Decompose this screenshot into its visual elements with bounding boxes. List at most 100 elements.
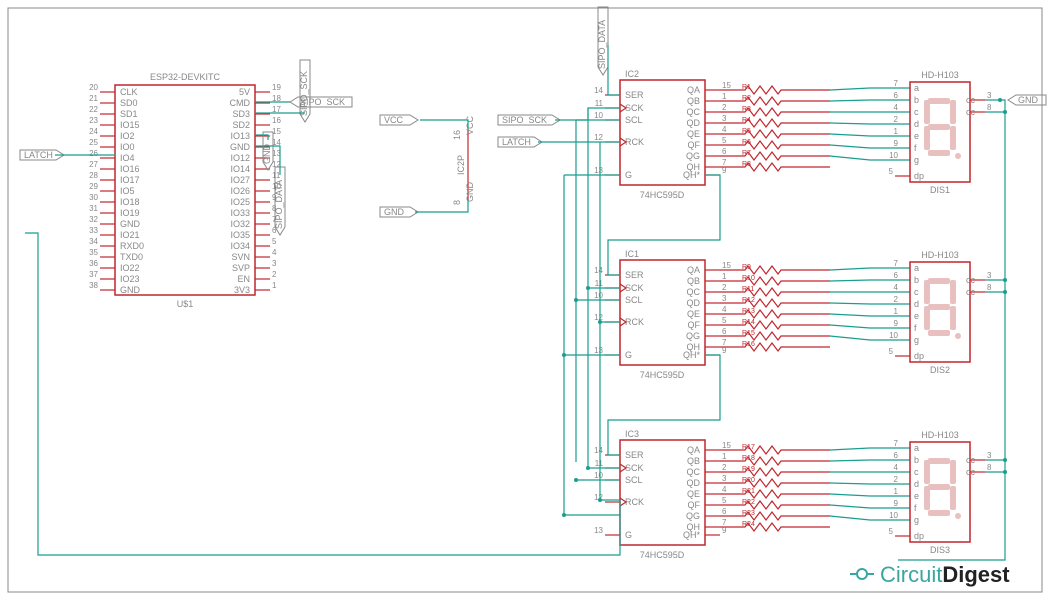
svg-text:GND: GND	[1018, 95, 1039, 105]
svg-text:R9: R9	[742, 264, 751, 271]
mcu-ref: U$1	[177, 299, 194, 309]
net-flag-SIPO_DATA: SIPO_DATA	[597, 7, 608, 75]
svg-text:DIS1: DIS1	[930, 185, 950, 195]
svg-text:8: 8	[987, 103, 992, 112]
svg-text:IO2: IO2	[120, 131, 135, 141]
svg-text:IO19: IO19	[120, 208, 140, 218]
svg-text:74HC595D: 74HC595D	[640, 190, 685, 200]
svg-text:3: 3	[722, 114, 727, 123]
svg-text:25: 25	[89, 138, 98, 147]
svg-text:1: 1	[894, 127, 899, 136]
svg-text:SIPO_DATA: SIPO_DATA	[597, 20, 607, 69]
svg-text:TXD0: TXD0	[120, 252, 143, 262]
svg-text:11: 11	[595, 459, 604, 468]
svg-text:QE: QE	[687, 129, 700, 139]
svg-text:36: 36	[89, 259, 98, 268]
ic2p-label: IC2P	[456, 155, 466, 175]
svg-text:6: 6	[894, 91, 899, 100]
svg-text:QA: QA	[687, 85, 700, 95]
svg-text:5: 5	[889, 527, 894, 536]
svg-text:G: G	[625, 170, 632, 180]
svg-text:QH*: QH*	[683, 530, 701, 540]
svg-text:GND: GND	[120, 285, 141, 295]
svg-text:QB: QB	[687, 456, 700, 466]
svg-text:R2: R2	[742, 95, 751, 102]
ic2p-power: IC2P VCC 16 GND 8	[452, 115, 475, 205]
svg-text:R5: R5	[742, 128, 751, 135]
svg-text:38: 38	[89, 281, 98, 290]
svg-text:11: 11	[595, 279, 604, 288]
svg-text:7: 7	[894, 79, 899, 88]
svg-text:IC2: IC2	[625, 69, 639, 79]
svg-text:10: 10	[889, 331, 898, 340]
svg-text:SIPO_SCK: SIPO_SCK	[502, 115, 547, 125]
svg-text:16: 16	[272, 116, 281, 125]
svg-text:QG: QG	[686, 151, 700, 161]
svg-text:SD3: SD3	[232, 109, 250, 119]
svg-text:d: d	[914, 119, 919, 129]
net-flag-VCC: VCC	[380, 115, 418, 125]
svg-text:LATCH: LATCH	[502, 137, 531, 147]
svg-text:c: c	[914, 467, 919, 477]
svg-text:14: 14	[594, 86, 603, 95]
svg-text:R21: R21	[742, 488, 755, 495]
svg-text:1: 1	[894, 307, 899, 316]
svg-text:IO27: IO27	[230, 175, 250, 185]
svg-text:3: 3	[987, 451, 992, 460]
svg-text:c: c	[914, 287, 919, 297]
svg-text:DIS2: DIS2	[930, 365, 950, 375]
svg-text:7: 7	[894, 439, 899, 448]
svg-text:R18: R18	[742, 455, 755, 462]
svg-text:R1: R1	[742, 84, 751, 91]
svg-text:g: g	[914, 155, 919, 165]
svg-text:28: 28	[89, 171, 98, 180]
svg-text:QH*: QH*	[683, 350, 701, 360]
svg-text:SVN: SVN	[231, 252, 250, 262]
svg-text:10: 10	[889, 511, 898, 520]
svg-text:5: 5	[722, 496, 727, 505]
net-flag-GND: GND	[1008, 95, 1046, 105]
svg-text:2: 2	[722, 103, 727, 112]
svg-text:2: 2	[894, 295, 899, 304]
svg-text:13: 13	[594, 346, 603, 355]
net-flag-LATCH: LATCH	[498, 137, 542, 147]
logo-b: Digest	[942, 562, 1010, 587]
svg-text:IC3: IC3	[625, 429, 639, 439]
svg-text:9: 9	[894, 499, 899, 508]
svg-text:R10: R10	[742, 275, 755, 282]
svg-text:10: 10	[594, 471, 603, 480]
svg-text:9: 9	[894, 319, 899, 328]
svg-text:SIPO_SCK: SIPO_SCK	[299, 71, 309, 116]
svg-text:QH*: QH*	[683, 170, 701, 180]
svg-text:d: d	[914, 299, 919, 309]
svg-text:4: 4	[894, 283, 899, 292]
svg-text:HD-H103: HD-H103	[921, 250, 959, 260]
svg-text:R15: R15	[742, 330, 755, 337]
svg-text:R8: R8	[742, 161, 751, 168]
svg-text:SER: SER	[625, 450, 644, 460]
svg-text:R11: R11	[742, 286, 754, 293]
svg-text:IO15: IO15	[120, 120, 140, 130]
svg-text:GND: GND	[230, 142, 251, 152]
vcc-label: VCC	[465, 115, 475, 135]
svg-text:IO0: IO0	[120, 142, 135, 152]
svg-text:R4: R4	[742, 117, 751, 124]
svg-text:cc: cc	[966, 95, 976, 105]
svg-text:IO16: IO16	[120, 164, 140, 174]
svg-text:b: b	[914, 275, 919, 285]
svg-text:SER: SER	[625, 270, 644, 280]
svg-text:5: 5	[722, 136, 727, 145]
svg-text:9: 9	[722, 346, 727, 355]
svg-text:R19: R19	[742, 466, 755, 473]
svg-text:IO5: IO5	[120, 186, 135, 196]
svg-text:R14: R14	[742, 319, 755, 326]
stage-2: IC374HC595D14SER11SCK10SCL12RCK13GQA15R1…	[594, 429, 992, 560]
svg-text:a: a	[914, 263, 919, 273]
svg-text:QF: QF	[688, 140, 701, 150]
mcu-title: ESP32-DEVKITC	[150, 72, 221, 82]
svg-text:29: 29	[89, 182, 98, 191]
svg-text:30: 30	[89, 193, 98, 202]
svg-text:33: 33	[89, 226, 98, 235]
logo-a: Circuit	[880, 562, 942, 587]
svg-text:CircuitDigest: CircuitDigest	[880, 562, 1010, 587]
